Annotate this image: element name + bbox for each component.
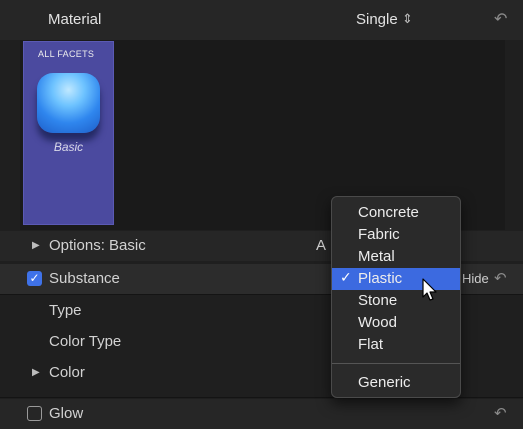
menu-item-label: Concrete: [358, 204, 419, 221]
menu-item-label: Fabric: [358, 226, 400, 243]
menu-item-label: Stone: [358, 292, 398, 309]
menu-divider: [332, 363, 460, 364]
glow-row: Glow ↶: [0, 399, 523, 429]
glow-checkbox[interactable]: [27, 406, 42, 421]
substance-checkbox[interactable]: ✓: [27, 271, 42, 286]
reset-arrow-icon[interactable]: ↶: [494, 9, 507, 29]
disclosure-triangle-icon[interactable]: ▶: [32, 240, 40, 251]
material-header: Material Single ⇕ ↶: [0, 0, 523, 40]
mouse-pointer-icon: [422, 278, 437, 301]
tile-group-label: ALL FACETS: [38, 49, 95, 59]
color-label: Color: [49, 364, 85, 381]
material-swatch-icon: [37, 73, 100, 133]
menu-item-label: Plastic: [358, 270, 403, 287]
hide-button[interactable]: Hide: [462, 271, 489, 286]
menu-item-label: Wood: [358, 314, 397, 331]
menu-item-wood[interactable]: Wood: [332, 312, 460, 334]
checkmark-icon: ✓: [340, 269, 352, 285]
menu-item-concrete[interactable]: Concrete: [332, 202, 460, 224]
menu-item-label: Flat: [358, 336, 384, 353]
material-inspector: Material Single ⇕ ↶ ALL FACETS Basic ▶ O…: [0, 0, 523, 429]
color-type-label: Color Type: [49, 333, 122, 350]
reset-arrow-icon[interactable]: ↶: [494, 269, 507, 287]
menu-item-fabric[interactable]: Fabric: [332, 224, 460, 246]
tile-material-name: Basic: [53, 140, 84, 154]
substance-type-menu: Concrete Fabric Metal ✓ Plastic Stone Wo…: [331, 196, 461, 398]
section-title: Material: [48, 11, 102, 28]
glow-label: Glow: [49, 405, 84, 422]
substance-label: Substance: [49, 270, 120, 287]
menu-item-stone[interactable]: Stone: [332, 290, 460, 312]
reset-arrow-icon[interactable]: ↶: [494, 404, 507, 422]
up-down-chevron-icon[interactable]: ⇕: [402, 11, 413, 27]
menu-item-flat[interactable]: Flat: [332, 334, 460, 356]
disclosure-triangle-icon[interactable]: ▶: [32, 367, 40, 378]
options-label: Options: Basic: [49, 237, 146, 254]
menu-item-metal[interactable]: Metal: [332, 246, 460, 268]
mode-popup[interactable]: Single: [356, 11, 398, 28]
material-tile-basic[interactable]: ALL FACETS Basic: [23, 41, 114, 225]
type-label: Type: [49, 302, 82, 319]
menu-item-label: Generic: [358, 374, 411, 391]
options-right-label: A: [316, 237, 327, 254]
menu-item-plastic[interactable]: ✓ Plastic: [332, 268, 460, 290]
menu-item-generic[interactable]: Generic: [332, 372, 460, 394]
menu-item-label: Metal: [358, 248, 395, 265]
